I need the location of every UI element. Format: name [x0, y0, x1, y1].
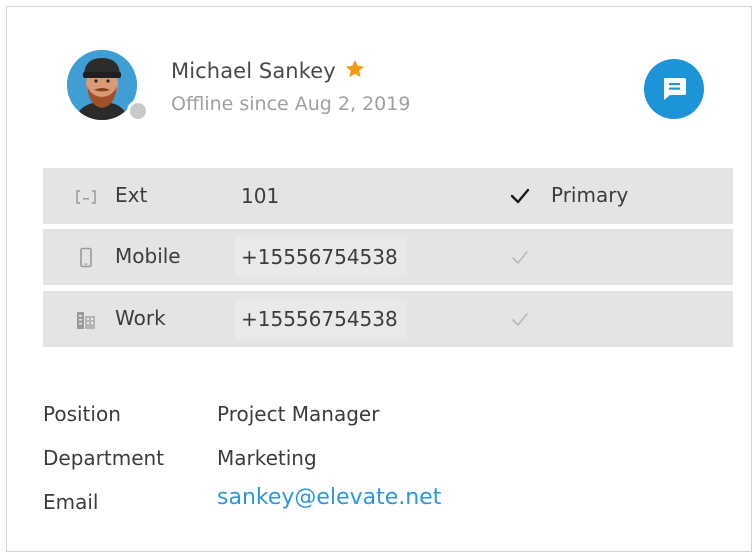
- phone-row-work[interactable]: Work +15556754538: [43, 291, 733, 347]
- position-value: Project Manager: [217, 402, 380, 426]
- set-primary-check-icon[interactable]: [509, 246, 531, 268]
- presence-status-text: Offline since Aug 2, 2019: [171, 93, 411, 115]
- email-link[interactable]: sankey@elevate.net: [217, 485, 441, 510]
- chat-button[interactable]: [644, 59, 704, 119]
- phone-row-mobile[interactable]: Mobile +15556754538: [43, 229, 733, 285]
- phone-type-label: Ext: [115, 183, 148, 207]
- department-value: Marketing: [217, 446, 317, 470]
- contact-name: Michael Sankey: [171, 59, 336, 83]
- phone-number[interactable]: +15556754538: [235, 237, 407, 277]
- phone-number[interactable]: 101: [235, 176, 407, 216]
- department-label: Department: [43, 446, 165, 470]
- phone-number[interactable]: +15556754538: [235, 299, 407, 339]
- mobile-phone-icon: [75, 247, 97, 269]
- contact-name-row: Michael Sankey: [171, 59, 366, 83]
- presence-indicator: [127, 100, 149, 122]
- phone-row-ext[interactable]: Ext 101 Primary: [43, 168, 733, 224]
- chat-bubble-icon: [664, 78, 686, 100]
- phone-type-label: Work: [115, 306, 166, 330]
- extension-icon: [75, 186, 97, 208]
- primary-check-icon[interactable]: [509, 185, 531, 207]
- phone-type-label: Mobile: [115, 244, 181, 268]
- email-label: Email: [43, 490, 99, 514]
- position-label: Position: [43, 402, 121, 426]
- office-building-icon: [75, 309, 97, 331]
- contact-card: Michael Sankey Offline since Aug 2, 2019…: [6, 6, 752, 552]
- set-primary-check-icon[interactable]: [509, 308, 531, 330]
- star-icon[interactable]: [344, 58, 366, 80]
- primary-label: Primary: [551, 183, 629, 207]
